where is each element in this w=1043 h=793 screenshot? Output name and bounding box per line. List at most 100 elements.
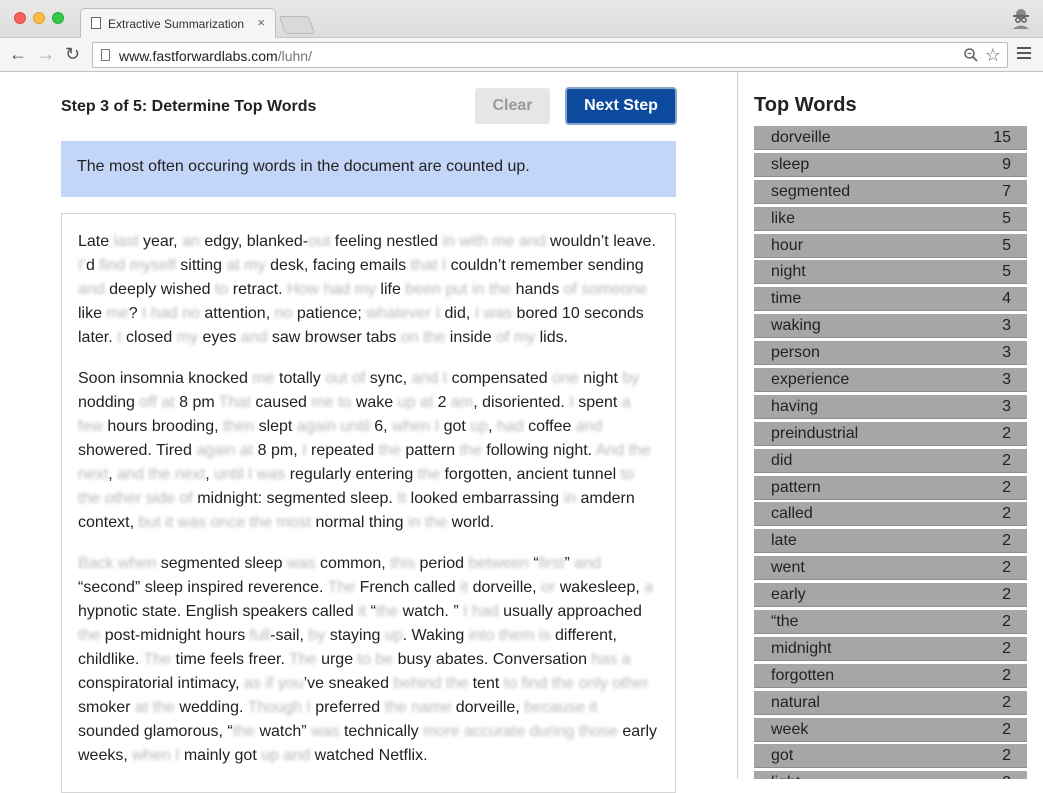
stop-word-text: and [78,281,110,298]
top-word-label: “the [771,613,799,631]
word-text: “second” sleep inspired reverence. [78,579,328,596]
word-text: , [108,466,118,483]
word-text: common, [319,555,391,572]
top-word-row: did 2 [754,448,1027,473]
document-paragraph: Back when segmented sleep was common, th… [78,552,659,768]
word-text: slept [258,418,297,435]
bookmark-star-icon[interactable]: ☆ [985,45,1001,65]
close-tab-icon[interactable]: × [257,16,265,30]
stop-word-text: more accurate during those [423,723,623,740]
top-word-row: called 2 [754,502,1027,527]
stop-word-text: I’ [78,257,86,274]
top-word-row: person 3 [754,341,1027,366]
stop-word-text: an [182,233,205,250]
top-word-label: midnight [771,639,832,657]
word-text: world. [451,514,495,531]
stop-word-text: last [113,233,143,250]
word-text: , [488,418,497,435]
word-text: , disoriented. [473,394,570,411]
next-step-button[interactable]: Next Step [565,87,677,125]
stop-word-text: in [563,490,581,507]
word-text: 2 [437,394,452,411]
word-text: attention, [204,305,275,322]
stop-word-text: this [390,555,420,572]
word-text: 8 pm [179,394,219,411]
word-text: pattern [405,442,460,459]
close-window-button[interactable] [14,12,26,24]
minimize-window-button[interactable] [33,12,45,24]
stop-word-text: no [274,305,297,322]
incognito-icon[interactable] [1009,6,1033,30]
main-panel: Step 3 of 5: Determine Top Words Clear N… [0,72,737,793]
back-arrow-icon[interactable]: ← [9,44,27,64]
top-word-row: forgotten 2 [754,663,1027,688]
stop-word-text: the [375,603,403,620]
clear-button[interactable]: Clear [475,88,550,124]
word-text: wouldn’t leave. [550,233,656,250]
word-text: edgy, blanked- [204,233,309,250]
top-word-count: 2 [1002,693,1011,711]
info-text: The most often occuring words in the doc… [77,158,530,175]
step-title: Step 3 of 5: Determine Top Words [61,98,317,115]
word-text: staying [329,627,385,644]
word-text: -sail, [270,627,309,644]
stop-word-text: in the [407,514,452,531]
new-tab-button[interactable] [278,16,316,34]
forward-arrow-icon[interactable]: → [37,44,55,64]
word-text: . Waking [402,627,469,644]
stop-word-text: when I [392,418,444,435]
stop-word-text: The [289,651,322,668]
top-word-label: night [771,263,806,281]
document-paragraph: Late last year, an edgy, blanked-out fee… [78,230,659,350]
top-word-label: early [771,586,806,604]
word-text: “ [533,555,539,572]
word-text: life [380,281,406,298]
word-text: time feels freer. [175,651,290,668]
browser-titlebar: Extractive Summarization D × [0,0,1043,38]
stop-word-text: into them is [468,627,555,644]
top-word-label: light [771,771,800,779]
document-text: Late last year, an edgy, blanked-out fee… [61,213,676,793]
stop-word-text: but it was once the most [138,514,316,531]
top-word-count: 3 [1002,344,1011,362]
word-text: hours brooding, [107,418,223,435]
zoom-window-button[interactable] [52,12,64,24]
word-text: sync, [369,370,412,387]
stop-word-text: am [451,394,474,411]
top-word-row: light 2 [754,771,1027,779]
top-word-count: 2 [1002,478,1011,496]
stop-word-text: me to [311,394,356,411]
stop-word-text: the [417,466,445,483]
browser-toolbar: ← → ↻ www.fastforwardlabs.com/luhn/ ☆ [0,38,1043,72]
word-text: urge [321,651,358,668]
top-word-row: night 5 [754,260,1027,285]
browser-tab[interactable]: Extractive Summarization D × [80,8,276,38]
word-text: following night. [486,442,596,459]
stop-word-text: I was [474,305,517,322]
stop-word-text: The [327,579,360,596]
stop-word-text: That [218,394,256,411]
top-word-count: 2 [1002,532,1011,550]
stop-word-text: by [622,370,640,387]
top-word-count: 2 [1002,720,1011,738]
stop-word-text: off at [139,394,180,411]
word-text: patience; [296,305,367,322]
word-text: hypnotic state. English speakers called [78,603,359,620]
stop-word-text: it [358,603,371,620]
stop-word-text: Though I [247,699,316,716]
top-word-label: person [771,344,820,362]
top-word-count: 2 [1002,424,1011,442]
top-word-count: 9 [1002,155,1011,173]
stop-word-text: been put in the [405,281,516,298]
top-word-row: midnight 2 [754,636,1027,661]
stop-word-text: up [470,418,489,435]
word-text: saw browser tabs [271,329,401,346]
stop-word-text: then [222,418,259,435]
zoom-icon[interactable] [963,47,979,63]
word-text: midnight: segmented sleep. [197,490,398,507]
menu-icon[interactable] [1017,47,1031,62]
address-bar[interactable]: www.fastforwardlabs.com/luhn/ ☆ [92,42,1008,68]
reload-icon[interactable]: ↻ [65,44,80,64]
top-word-row: segmented 7 [754,179,1027,204]
top-word-label: did [771,451,793,469]
